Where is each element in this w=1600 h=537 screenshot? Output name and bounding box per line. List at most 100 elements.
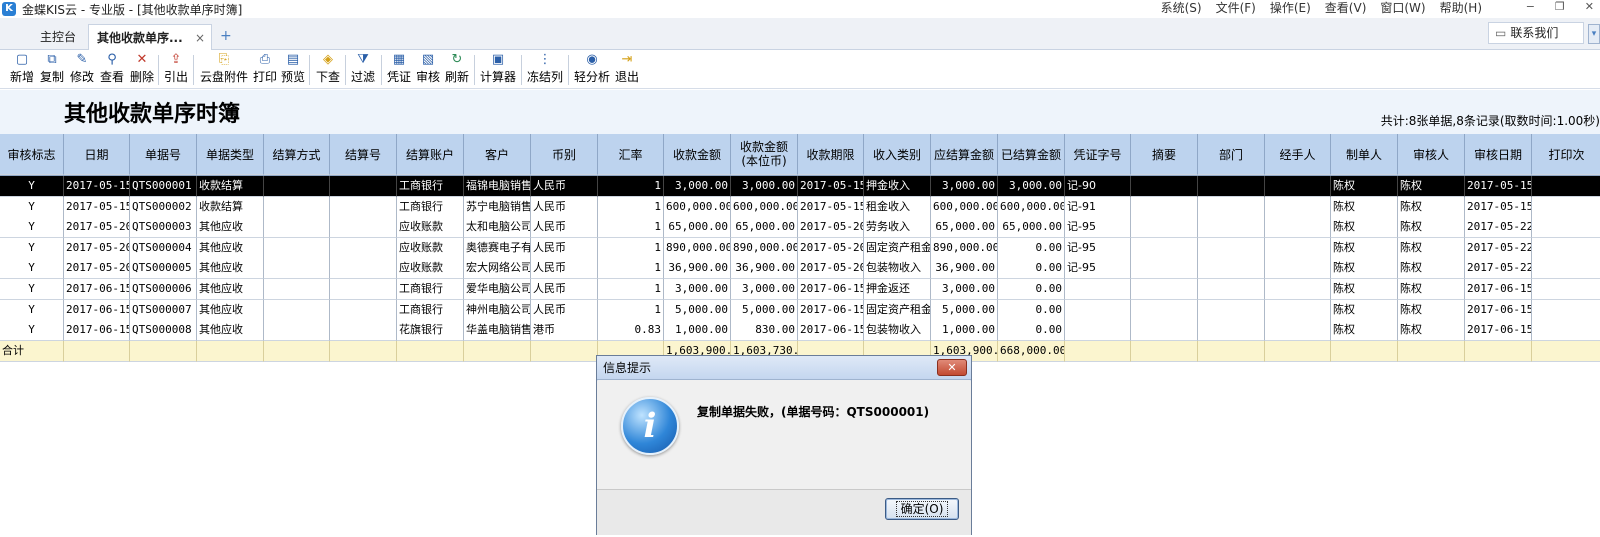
- cell-amount-settled[interactable]: 0.00: [998, 320, 1065, 342]
- cell-amount[interactable]: 3,000.00: [664, 279, 731, 300]
- edit-button[interactable]: ✎ 修改: [68, 51, 96, 87]
- cell-amount-settled[interactable]: 0.00: [998, 258, 1065, 280]
- cell-audit-date[interactable]: 2017-05-22: [1465, 217, 1532, 239]
- cell-creator[interactable]: 陈权: [1331, 299, 1398, 321]
- column-header-customer[interactable]: 客户: [464, 134, 531, 175]
- cell-audit-date[interactable]: 2017-06-15: [1465, 279, 1532, 300]
- cell-auditor[interactable]: 陈权: [1398, 258, 1465, 280]
- light-analysis-button[interactable]: ◉ 轻分析: [572, 51, 612, 87]
- table-row[interactable]: Y 2017-06-15 QTS000006 其他应收 工商银行 爱华电脑公司 人民币 1 3,…: [0, 279, 1600, 300]
- cell-bill-no[interactable]: QTS000002: [130, 196, 197, 218]
- cell-amount-to-settle[interactable]: 3,000.00: [931, 176, 998, 197]
- cell-amount-to-settle[interactable]: 36,900.00: [931, 258, 998, 280]
- cell-settle-no[interactable]: [330, 320, 397, 342]
- cell-summary[interactable]: [1131, 237, 1198, 259]
- cell-due-date[interactable]: 2017-06-15: [798, 279, 864, 300]
- cell-audit-flag[interactable]: Y: [0, 176, 64, 197]
- cell-bill-type[interactable]: 其他应收: [197, 237, 264, 259]
- cell-income-type[interactable]: 包装物收入: [864, 258, 931, 280]
- cell-rate[interactable]: 1: [598, 299, 664, 321]
- cell-creator[interactable]: 陈权: [1331, 237, 1398, 259]
- cell-bill-no[interactable]: QTS000001: [130, 176, 197, 197]
- cell-audit-flag[interactable]: Y: [0, 258, 64, 280]
- cell-amount-local[interactable]: 3,000.00: [731, 279, 798, 300]
- cell-settle-method[interactable]: [264, 217, 330, 239]
- cell-creator[interactable]: 陈权: [1331, 279, 1398, 300]
- cell-audit-flag[interactable]: Y: [0, 237, 64, 259]
- table-row[interactable]: Y 2017-05-20 QTS000003 其他应收 应收账款 太和电脑公司 人民币 1 65…: [0, 217, 1600, 239]
- cell-amount-settled[interactable]: 65,000.00: [998, 217, 1065, 239]
- refresh-button[interactable]: ↻ 刷新: [443, 51, 471, 87]
- cell-audit-flag[interactable]: Y: [0, 196, 64, 218]
- cell-bill-no[interactable]: QTS000006: [130, 279, 197, 300]
- cell-settle-account[interactable]: 应收账款: [397, 237, 464, 259]
- cell-bill-no[interactable]: QTS000007: [130, 299, 197, 321]
- cell-customer[interactable]: 爱华电脑公司: [464, 279, 531, 300]
- restore-icon[interactable]: ❐: [1555, 0, 1565, 13]
- cell-customer[interactable]: 宏大网络公司: [464, 258, 531, 280]
- cell-settle-method[interactable]: [264, 279, 330, 300]
- column-header-currency[interactable]: 币别: [531, 134, 598, 175]
- cell-amount-settled[interactable]: 0.00: [998, 237, 1065, 259]
- column-header-bill-type[interactable]: 单据类型: [197, 134, 264, 175]
- cell-print-count[interactable]: [1532, 279, 1600, 300]
- cell-handler[interactable]: [1265, 320, 1331, 342]
- column-header-creator[interactable]: 制单人: [1331, 134, 1398, 175]
- cell-currency[interactable]: 人民币: [531, 237, 598, 259]
- menu-window[interactable]: 窗口(W): [1380, 0, 1425, 16]
- column-header-due-date[interactable]: 收款期限: [798, 134, 864, 175]
- cell-voucher-no[interactable]: 记-91: [1065, 196, 1131, 218]
- cell-date[interactable]: 2017-05-20: [64, 237, 130, 259]
- cell-amount-settled[interactable]: 0.00: [998, 279, 1065, 300]
- cell-auditor[interactable]: 陈权: [1398, 196, 1465, 218]
- cell-print-count[interactable]: [1532, 217, 1600, 239]
- cell-rate[interactable]: 0.83: [598, 320, 664, 342]
- cell-settle-method[interactable]: [264, 258, 330, 280]
- column-header-bill-no[interactable]: 单据号: [130, 134, 197, 175]
- cell-settle-method[interactable]: [264, 196, 330, 218]
- cell-bill-type[interactable]: 收款结算: [197, 196, 264, 218]
- cell-customer[interactable]: 华盖电脑销售: [464, 320, 531, 342]
- cell-amount-to-settle[interactable]: 65,000.00: [931, 217, 998, 239]
- cell-bill-type[interactable]: 其他应收: [197, 217, 264, 239]
- ok-button[interactable]: 确定(O): [885, 498, 959, 520]
- close-window-icon[interactable]: ✕: [1585, 0, 1594, 13]
- cell-currency[interactable]: 人民币: [531, 258, 598, 280]
- cell-settle-account[interactable]: 工商银行: [397, 176, 464, 197]
- cell-amount-to-settle[interactable]: 600,000.00: [931, 196, 998, 218]
- view-button[interactable]: ⚲ 查看: [98, 51, 126, 87]
- cell-due-date[interactable]: 2017-05-15: [798, 196, 864, 218]
- print-button[interactable]: ⎙ 打印: [252, 51, 278, 87]
- menu-operation[interactable]: 操作(E): [1270, 0, 1311, 16]
- cell-voucher-no[interactable]: 记-95: [1065, 217, 1131, 239]
- table-row[interactable]: Y 2017-05-20 QTS000005 其他应收 应收账款 宏大网络公司 人民币 1 36…: [0, 258, 1600, 280]
- approve-button[interactable]: ▧ 审核: [414, 51, 442, 87]
- menu-file[interactable]: 文件(F): [1216, 0, 1256, 16]
- cell-department[interactable]: [1198, 217, 1265, 239]
- table-row[interactable]: Y 2017-06-15 QTS000008 其他应收 花旗银行 华盖电脑销售 港币 0.83…: [0, 320, 1600, 342]
- table-row[interactable]: Y 2017-05-20 QTS000004 其他应收 应收账款 奥德赛电子有 人民币 1 89…: [0, 237, 1600, 259]
- cell-handler[interactable]: [1265, 237, 1331, 259]
- cell-department[interactable]: [1198, 176, 1265, 197]
- cell-amount-local[interactable]: 36,900.00: [731, 258, 798, 280]
- cell-audit-date[interactable]: 2017-06-15: [1465, 299, 1532, 321]
- cell-voucher-no[interactable]: 记-95: [1065, 237, 1131, 259]
- column-header-settle-method[interactable]: 结算方式: [264, 134, 330, 175]
- cell-auditor[interactable]: 陈权: [1398, 176, 1465, 197]
- cell-bill-no[interactable]: QTS000004: [130, 237, 197, 259]
- cell-amount[interactable]: 1,000.00: [664, 320, 731, 342]
- cell-currency[interactable]: 人民币: [531, 196, 598, 218]
- cell-amount-to-settle[interactable]: 3,000.00: [931, 279, 998, 300]
- cell-currency[interactable]: 人民币: [531, 176, 598, 197]
- cell-due-date[interactable]: 2017-05-20: [798, 258, 864, 280]
- cell-settle-no[interactable]: [330, 237, 397, 259]
- cell-creator[interactable]: 陈权: [1331, 196, 1398, 218]
- cell-amount-settled[interactable]: 600,000.00: [998, 196, 1065, 218]
- cell-summary[interactable]: [1131, 279, 1198, 300]
- cell-audit-flag[interactable]: Y: [0, 279, 64, 300]
- cell-amount[interactable]: 36,900.00: [664, 258, 731, 280]
- cell-settle-method[interactable]: [264, 237, 330, 259]
- cell-summary[interactable]: [1131, 258, 1198, 280]
- copy-button[interactable]: ⧉ 复制: [38, 51, 66, 87]
- cell-settle-no[interactable]: [330, 196, 397, 218]
